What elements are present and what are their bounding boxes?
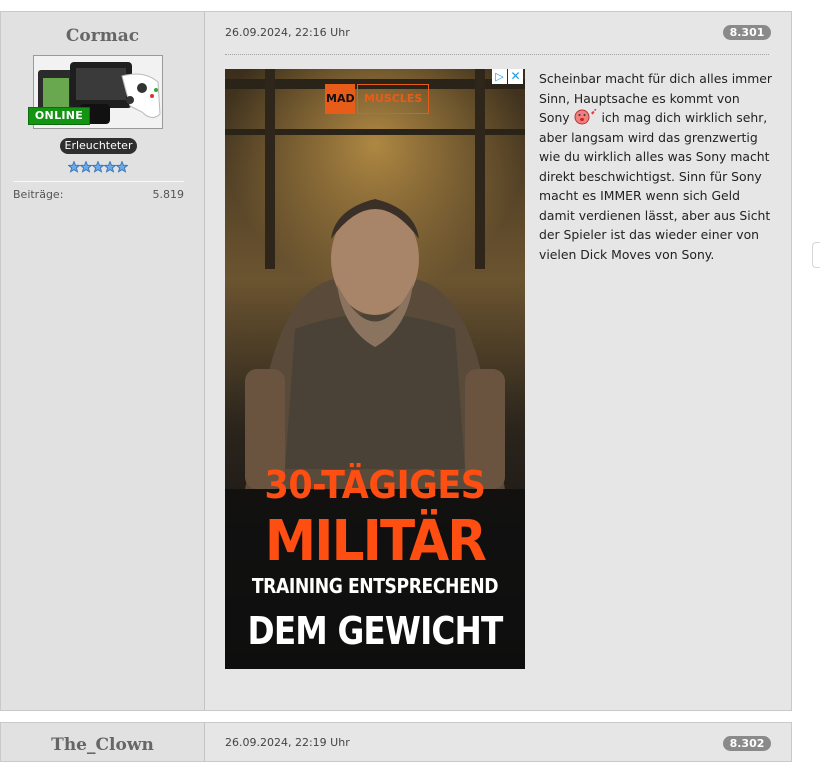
post-body: Scheinbar macht für dich alles immer Sin… xyxy=(539,69,773,264)
ad-headline-3: TRAINING ENTSPRECHEND xyxy=(251,574,499,598)
ad-brand-mark: MAD xyxy=(325,84,355,114)
post-date: 26.09.2024, 22:16 Uhr xyxy=(225,26,350,39)
ad-brand-logo: MAD MUSCLES xyxy=(325,84,430,114)
ad-headline-1: 30-TÄGIGES xyxy=(264,463,486,507)
author-name[interactable]: Cormac xyxy=(1,26,204,46)
star-icon xyxy=(91,158,105,173)
ad-close-icon[interactable]: ✕ xyxy=(508,69,523,84)
ad-headline-2: MILITÄR xyxy=(264,509,487,574)
posts-count-value: 5.819 xyxy=(152,188,185,201)
post-date: 26.09.2024, 22:19 Uhr xyxy=(225,736,350,749)
post-number-badge[interactable]: 8.301 xyxy=(723,25,771,40)
ad-headline-4: DEM GEWICHT xyxy=(247,609,504,653)
rank-badge: Erleuchteter xyxy=(60,138,137,154)
star-icon xyxy=(67,158,81,173)
author-panel: The_Clown xyxy=(1,723,205,761)
posts-count-label: Beiträge: xyxy=(13,188,64,201)
kiss-smiley-icon xyxy=(574,108,598,125)
post-header-divider xyxy=(225,54,769,55)
forum-post: The_Clown 26.09.2024, 22:19 Uhr 8.302 xyxy=(0,722,792,762)
star-icon xyxy=(115,158,129,173)
star-icon xyxy=(103,158,117,173)
forum-post: Cormac ONLINE Erleuchteter Beiträge: 5.8… xyxy=(0,11,792,711)
rank-stars xyxy=(67,158,129,173)
online-badge: ONLINE xyxy=(28,107,90,125)
stats-divider xyxy=(13,181,184,182)
ad-brand-name: MUSCLES xyxy=(357,84,430,114)
author-name[interactable]: The_Clown xyxy=(1,735,204,755)
ad-info-icon[interactable]: ▷ xyxy=(492,69,507,84)
author-panel: Cormac ONLINE Erleuchteter Beiträge: 5.8… xyxy=(1,12,205,710)
side-scroll-tab[interactable] xyxy=(812,242,820,268)
post-text-part-2: ich mag dich wirklich sehr, aber langsam… xyxy=(539,110,771,262)
advertisement[interactable]: ▷ ✕ MAD MUSCLES 30-TÄGIGES MILITÄR TRAIN… xyxy=(225,69,525,669)
star-icon xyxy=(79,158,93,173)
